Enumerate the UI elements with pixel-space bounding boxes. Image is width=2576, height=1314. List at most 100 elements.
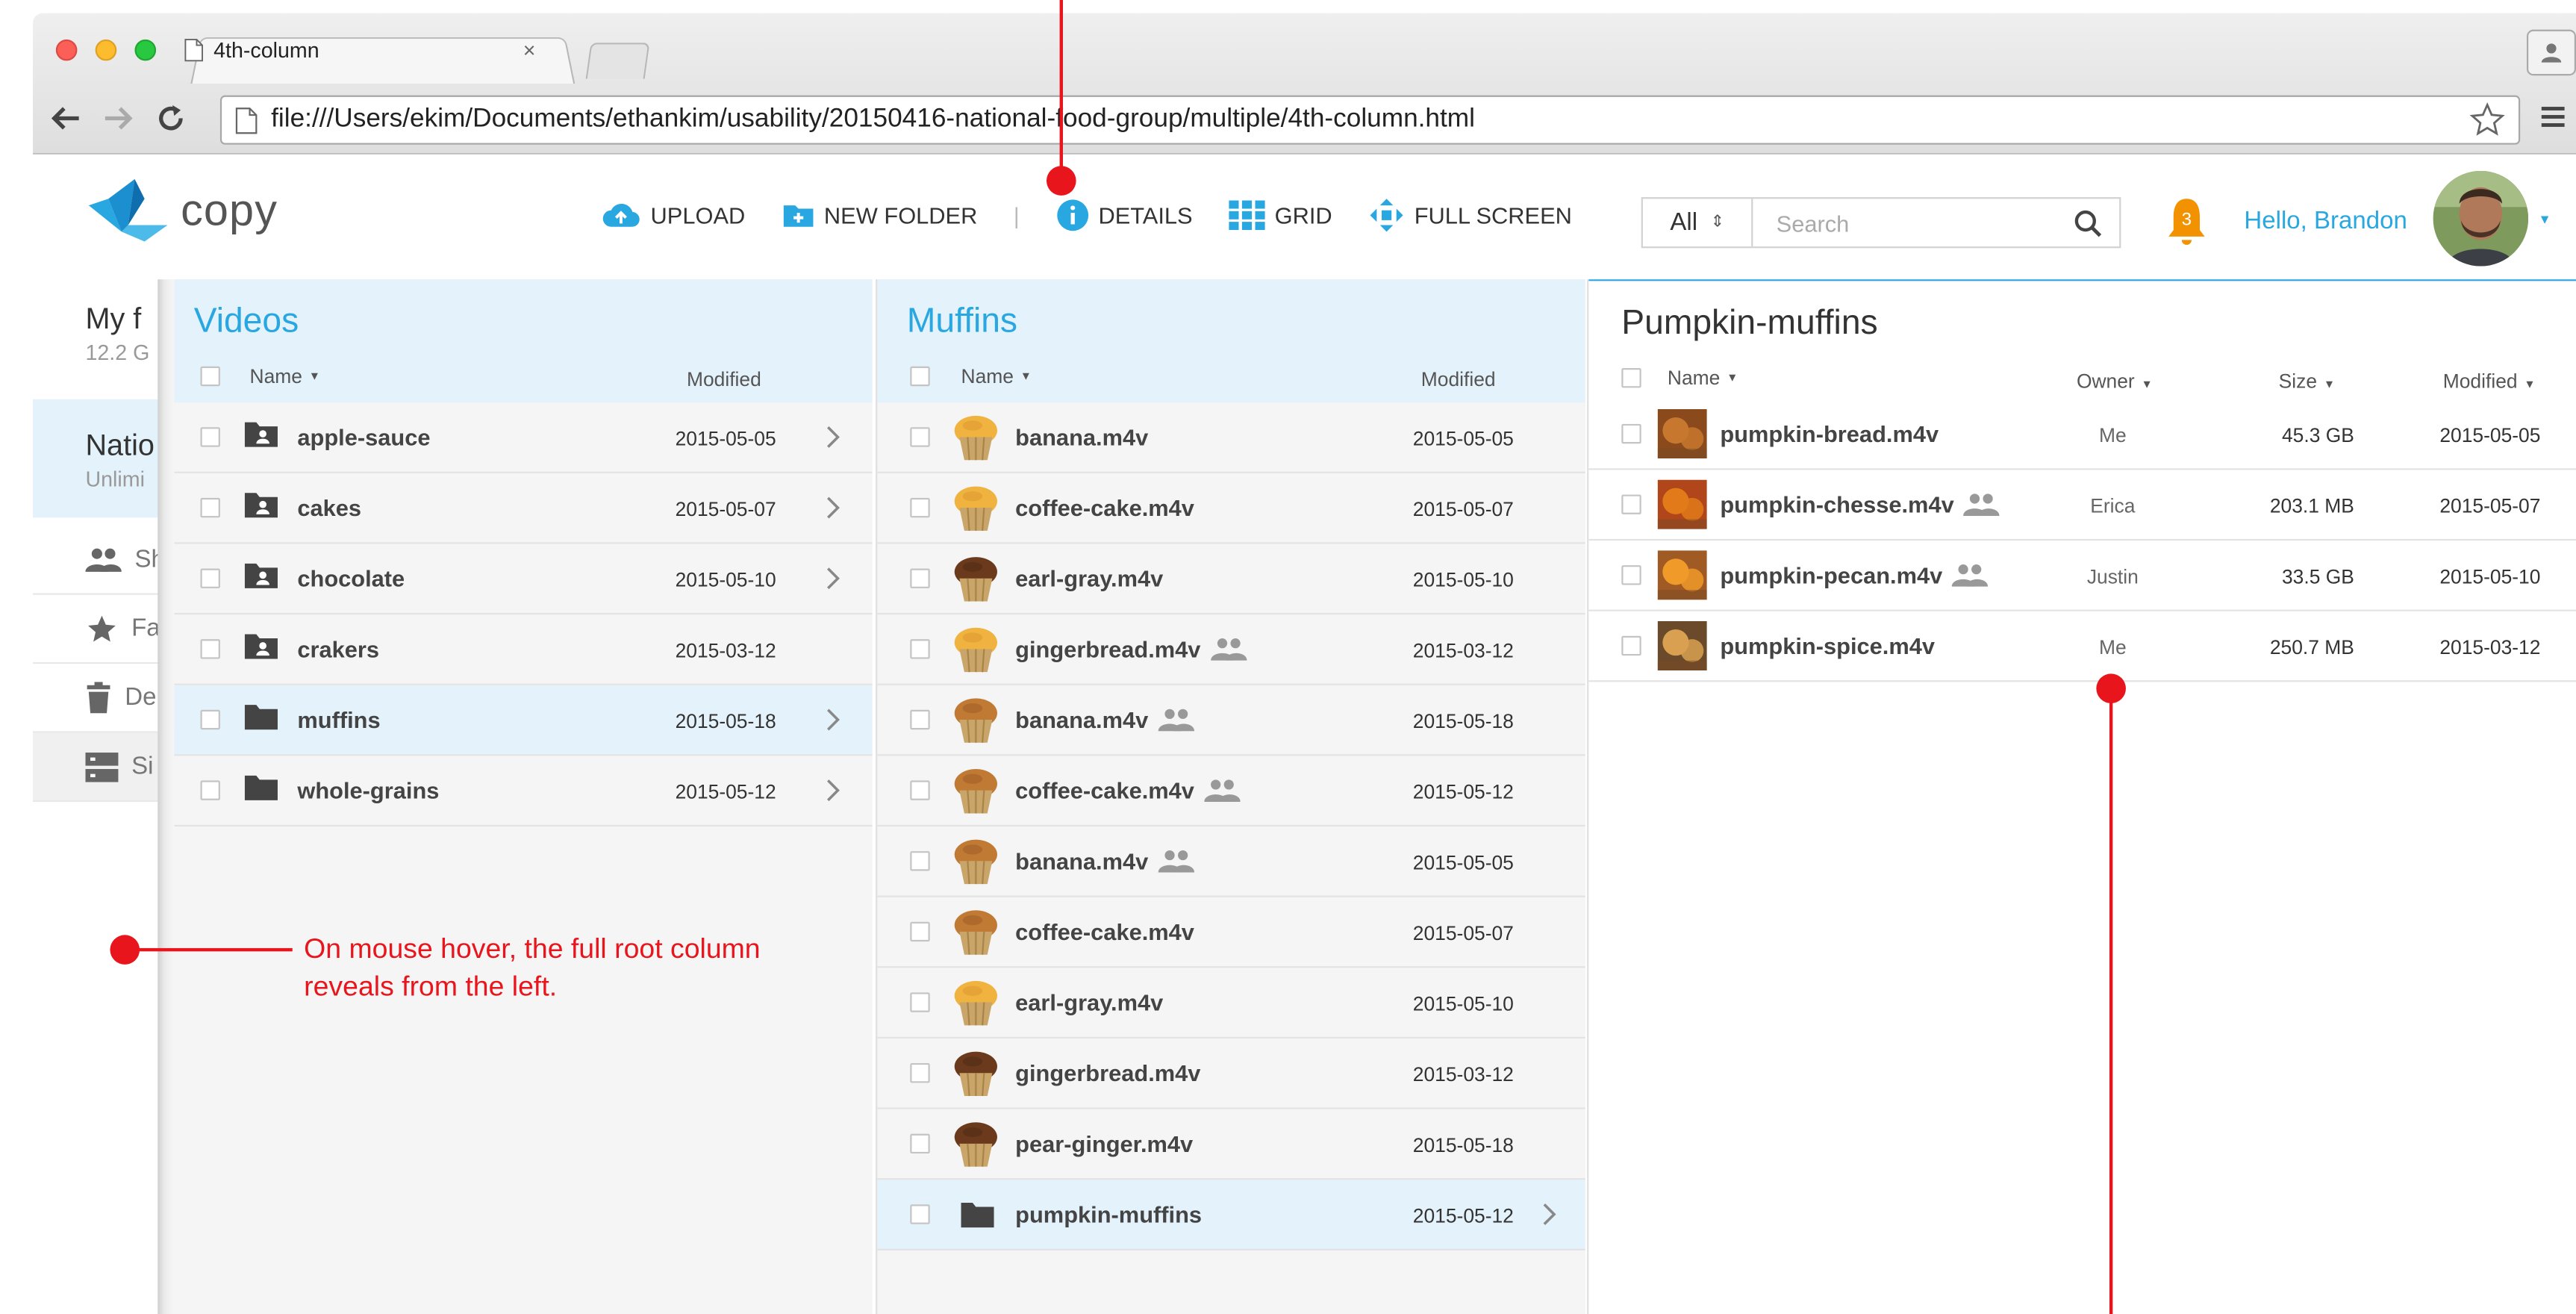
grid-button[interactable]: GRID (1228, 200, 1332, 231)
shared-people-icon (1158, 850, 1194, 873)
row-checkbox[interactable] (200, 568, 220, 588)
row-checkbox[interactable] (1621, 494, 1641, 514)
folder-row[interactable]: chocolate 2015-05-10 (174, 544, 873, 615)
videos-column-title: Videos (193, 302, 299, 340)
file-row[interactable]: earl-gray.m4v 2015-05-10 (877, 544, 1585, 615)
row-checkbox[interactable] (200, 427, 220, 447)
file-row[interactable]: pumpkin-bread.m4v Me 45.3 GB 2015-05-05 (1588, 399, 2576, 470)
select-all-checkbox[interactable] (200, 366, 220, 387)
row-checkbox[interactable] (910, 851, 930, 871)
profile-icon[interactable] (2526, 29, 2576, 76)
chevron-right-icon[interactable] (1541, 1203, 1557, 1226)
search-icon[interactable] (2074, 208, 2103, 237)
file-row[interactable]: coffee-cake.m4v 2015-05-12 (877, 756, 1585, 827)
chevron-right-icon[interactable] (825, 709, 841, 732)
browser-tab-content[interactable]: 4th-column × (184, 33, 546, 66)
file-row[interactable]: earl-gray.m4v 2015-05-10 (877, 968, 1585, 1039)
new-folder-button[interactable]: NEW FOLDER (782, 202, 977, 228)
row-checkbox[interactable] (200, 497, 220, 518)
file-row[interactable]: gingerbread.m4v 2015-03-12 (877, 1039, 1585, 1109)
bookmark-star-icon[interactable] (2469, 102, 2505, 137)
row-checkbox[interactable] (910, 639, 930, 659)
avatar[interactable] (2433, 170, 2529, 267)
size-sort-header[interactable]: Size ▼ (2279, 370, 2335, 393)
user-menu-caret-icon[interactable]: ▼ (2538, 212, 2551, 227)
modified-date: 2015-05-12 (1412, 780, 1514, 804)
file-row[interactable]: banana.m4v 2015-05-05 (877, 826, 1585, 897)
shared-folder-icon (243, 561, 279, 591)
muffins-column-header: Muffins Name ▼ Modified (877, 279, 1585, 403)
upload-label: UPLOAD (650, 202, 746, 228)
upload-button[interactable]: UPLOAD (602, 202, 746, 228)
file-row[interactable]: pear-ginger.m4v 2015-05-18 (877, 1109, 1585, 1180)
file-row[interactable]: pumpkin-chesse.m4v Erica 203.1 MB 2015-05-0… (1588, 470, 2576, 541)
toolbar-separator: | (1013, 202, 1020, 228)
chevron-right-icon[interactable] (825, 426, 841, 449)
info-icon (1056, 199, 1088, 231)
row-checkbox[interactable] (910, 780, 930, 800)
folder-row[interactable]: pumpkin-muffins 2015-05-12 (877, 1180, 1585, 1251)
reload-icon[interactable] (151, 99, 190, 138)
row-checkbox[interactable] (910, 568, 930, 588)
updown-arrows-icon: ⇕ (1710, 214, 1725, 232)
minimize-window-button[interactable] (95, 39, 117, 61)
logo[interactable]: copy (85, 175, 278, 244)
select-all-checkbox[interactable] (910, 366, 930, 387)
row-checkbox[interactable] (1621, 635, 1641, 656)
row-checkbox[interactable] (910, 921, 930, 942)
owner-sort-header[interactable]: Owner ▼ (2077, 370, 2153, 393)
file-row[interactable]: gingerbread.m4v 2015-03-12 (877, 614, 1585, 685)
browser-menu-icon[interactable] (2540, 104, 2566, 130)
row-checkbox[interactable] (910, 992, 930, 1012)
folder-row[interactable]: whole-grains 2015-05-12 (174, 756, 873, 827)
row-checkbox[interactable] (910, 497, 930, 518)
select-all-checkbox[interactable] (1621, 368, 1641, 388)
chevron-right-icon[interactable] (825, 496, 841, 520)
back-icon[interactable] (46, 99, 86, 138)
file-row[interactable]: banana.m4v 2015-05-05 (877, 402, 1585, 473)
row-checkbox[interactable] (910, 1062, 930, 1083)
file-row[interactable]: coffee-cake.m4v 2015-05-07 (877, 473, 1585, 544)
close-window-button[interactable] (55, 39, 78, 61)
folder-row[interactable]: crakers 2015-03-12 (174, 614, 873, 685)
modified-header[interactable]: Modified (1421, 368, 1496, 391)
row-checkbox[interactable] (200, 709, 220, 730)
row-checkbox[interactable] (910, 1133, 930, 1154)
chevron-right-icon[interactable] (825, 779, 841, 802)
full-screen-button[interactable]: FULL SCREEN (1368, 197, 1572, 233)
row-checkbox[interactable] (200, 639, 220, 659)
row-checkbox[interactable] (910, 427, 930, 447)
notifications-button[interactable]: 3 (2165, 196, 2208, 248)
search-input[interactable] (1753, 199, 2074, 247)
sort-caret-icon: ▼ (2524, 379, 2536, 391)
folder-row[interactable]: muffins 2015-05-18 (174, 685, 873, 756)
file-row[interactable]: coffee-cake.m4v 2015-05-07 (877, 897, 1585, 968)
tab-close-icon[interactable]: × (523, 37, 536, 62)
row-checkbox[interactable] (910, 709, 930, 730)
name-sort-header[interactable]: Name ▼ (1668, 367, 1738, 390)
row-checkbox[interactable] (200, 780, 220, 800)
file-row[interactable]: banana.m4v 2015-05-18 (877, 685, 1585, 756)
name-sort-header[interactable]: Name ▼ (250, 365, 321, 388)
zoom-window-button[interactable] (134, 39, 157, 61)
file-name: pumpkin-bread.m4v (1720, 420, 1939, 446)
row-checkbox[interactable] (1621, 423, 1641, 444)
chevron-right-icon[interactable] (825, 567, 841, 590)
forward-icon[interactable] (99, 99, 138, 138)
search-scope-select[interactable]: All ⇕ (1643, 199, 1753, 247)
modified-date: 2015-03-12 (1412, 1062, 1514, 1086)
file-row[interactable]: pumpkin-spice.m4v Me 250.7 MB 2015-03-12 (1588, 611, 2576, 682)
row-checkbox[interactable] (1621, 565, 1641, 585)
pumpkin-thumbnail-icon (1657, 620, 1707, 670)
file-row[interactable]: pumpkin-pecan.m4v Justin 33.5 GB 2015-05-10 (1588, 541, 2576, 611)
folder-row[interactable]: cakes 2015-05-07 (174, 473, 873, 544)
modified-header[interactable]: Modified (687, 368, 761, 391)
user-greeting[interactable]: Hello, Brandon (2244, 207, 2407, 234)
modified-sort-header[interactable]: Modified ▼ (2443, 370, 2536, 393)
new-tab-button[interactable] (585, 43, 650, 79)
name-sort-header[interactable]: Name ▼ (961, 365, 1032, 388)
row-checkbox[interactable] (910, 1204, 930, 1224)
folder-row[interactable]: apple-sauce 2015-05-05 (174, 402, 873, 473)
details-button[interactable]: DETAILS (1055, 199, 1193, 231)
address-bar[interactable]: file:///Users/ekim/Documents/ethankim/us… (219, 95, 2521, 145)
